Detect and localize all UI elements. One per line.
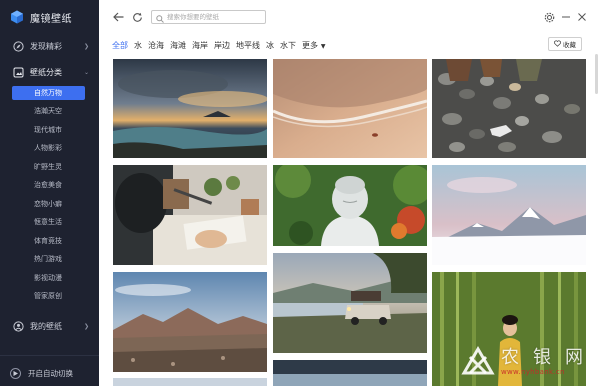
search-input[interactable] bbox=[167, 13, 263, 21]
tab-more[interactable]: 更多 ▼ bbox=[302, 40, 326, 51]
category-item-nature[interactable]: 自然万物 bbox=[12, 86, 85, 100]
chevron-right-icon: ❯ bbox=[83, 43, 89, 50]
scrollbar-thumb[interactable] bbox=[595, 54, 598, 94]
minimize-icon[interactable] bbox=[559, 10, 573, 24]
sidebar-divider bbox=[0, 355, 99, 356]
chevron-right-icon: ❯ bbox=[83, 323, 89, 330]
nav-discover-label: 发现精彩 bbox=[30, 41, 62, 51]
category-item-food[interactable]: 治愈美食 bbox=[0, 176, 99, 195]
wallpaper-thumb-buddha-statue[interactable] bbox=[273, 165, 427, 246]
category-item-sports[interactable]: 体育竞技 bbox=[0, 232, 99, 251]
grid-icon bbox=[12, 66, 24, 78]
wallpaper-thumb-drawing-desk[interactable] bbox=[113, 165, 267, 265]
favorite-button[interactable]: 收藏 bbox=[548, 37, 582, 51]
nav-discover[interactable]: 发现精彩 ❯ bbox=[0, 36, 99, 56]
tab-horizon[interactable]: 地平线 bbox=[236, 40, 260, 51]
sidebar: 魔镜壁纸 发现精彩 ❯ 壁纸分类 ⌄ 自然万物 浩瀚天空 现代城市 人物影彩 旷… bbox=[0, 0, 99, 386]
compass-icon bbox=[12, 40, 24, 52]
category-item-life[interactable]: 惬意生活 bbox=[0, 213, 99, 232]
search-box[interactable] bbox=[151, 10, 266, 24]
category-item-original[interactable]: 管家原创 bbox=[0, 287, 99, 306]
auto-switch-label: 开启自动切换 bbox=[28, 368, 73, 378]
watermark-text: 农银网 bbox=[501, 347, 597, 368]
app-logo-icon bbox=[10, 10, 24, 24]
nav-my-wallpapers[interactable]: 我的壁纸 ❯ bbox=[0, 316, 99, 336]
category-item-objects[interactable]: 恋物小癖 bbox=[0, 195, 99, 214]
wallpaper-thumb-snow-mountain[interactable] bbox=[432, 165, 586, 265]
tab-all[interactable]: 全部 bbox=[112, 40, 128, 51]
category-item-wildlife[interactable]: 旷野生灵 bbox=[0, 158, 99, 177]
wallpaper-thumb-partial-2[interactable] bbox=[273, 360, 427, 386]
category-item-sky[interactable]: 浩瀚天空 bbox=[0, 102, 99, 121]
tab-shore[interactable]: 岸边 bbox=[214, 40, 230, 51]
heart-icon bbox=[554, 40, 561, 49]
nav-category-label: 壁纸分类 bbox=[30, 67, 62, 77]
wallpaper-thumb-sandy-beach[interactable] bbox=[273, 59, 427, 158]
play-icon bbox=[10, 367, 21, 379]
auto-switch-toggle[interactable]: 开启自动切换 bbox=[0, 364, 99, 382]
category-item-people[interactable]: 人物影彩 bbox=[0, 139, 99, 158]
favorite-label: 收藏 bbox=[563, 41, 576, 49]
back-arrow-icon[interactable] bbox=[111, 10, 125, 24]
brand: 魔镜壁纸 bbox=[0, 0, 99, 34]
caret-down-icon: ▼ bbox=[319, 42, 326, 50]
category-item-anime[interactable]: 影视动漫 bbox=[0, 269, 99, 288]
tag-tabs: 全部 水 沧海 海滩 海岸 岸边 地平线 冰 水下 更多 ▼ bbox=[112, 38, 326, 52]
category-list: 自然万物 浩瀚天空 现代城市 人物影彩 旷野生灵 治愈美食 恋物小癖 惬意生活 … bbox=[0, 82, 99, 308]
refresh-icon[interactable] bbox=[130, 10, 144, 24]
nav-my-wallpapers-label: 我的壁纸 bbox=[30, 321, 62, 331]
tab-coast[interactable]: 海岸 bbox=[192, 40, 208, 51]
wallpaper-thumb-stones[interactable] bbox=[432, 59, 586, 158]
category-item-games[interactable]: 热门游戏 bbox=[0, 250, 99, 269]
scrollbar[interactable] bbox=[595, 34, 599, 386]
watermark: 农银网 www.nyhbank.cn bbox=[461, 335, 599, 385]
user-icon bbox=[12, 320, 24, 332]
tab-sea[interactable]: 沧海 bbox=[148, 40, 164, 51]
tab-underwater[interactable]: 水下 bbox=[280, 40, 296, 51]
main-panel: 全部 水 沧海 海滩 海岸 岸边 地平线 冰 水下 更多 ▼ 收藏 bbox=[99, 0, 600, 386]
search-icon bbox=[156, 8, 164, 27]
category-item-city[interactable]: 现代城市 bbox=[0, 121, 99, 140]
watermark-logo-icon bbox=[461, 346, 495, 375]
tab-more-label: 更多 bbox=[302, 40, 318, 50]
top-bar bbox=[99, 0, 600, 34]
wallpaper-thumb-mountain-desert[interactable] bbox=[113, 272, 267, 372]
nav-category[interactable]: 壁纸分类 ⌄ bbox=[0, 62, 99, 82]
app-title: 魔镜壁纸 bbox=[30, 13, 72, 25]
close-icon[interactable] bbox=[575, 10, 589, 24]
settings-gear-icon[interactable] bbox=[542, 10, 556, 24]
tab-water[interactable]: 水 bbox=[134, 40, 142, 51]
wallpaper-thumb-coast-sunset[interactable] bbox=[113, 59, 267, 158]
tab-beach[interactable]: 海滩 bbox=[170, 40, 186, 51]
wallpaper-thumb-partial-1[interactable] bbox=[113, 378, 267, 386]
wallpaper-thumb-camping-car[interactable] bbox=[273, 253, 427, 353]
tab-ice[interactable]: 冰 bbox=[266, 40, 274, 51]
chevron-down-icon: ⌄ bbox=[83, 69, 89, 76]
watermark-url: www.nyhbank.cn bbox=[501, 368, 565, 376]
